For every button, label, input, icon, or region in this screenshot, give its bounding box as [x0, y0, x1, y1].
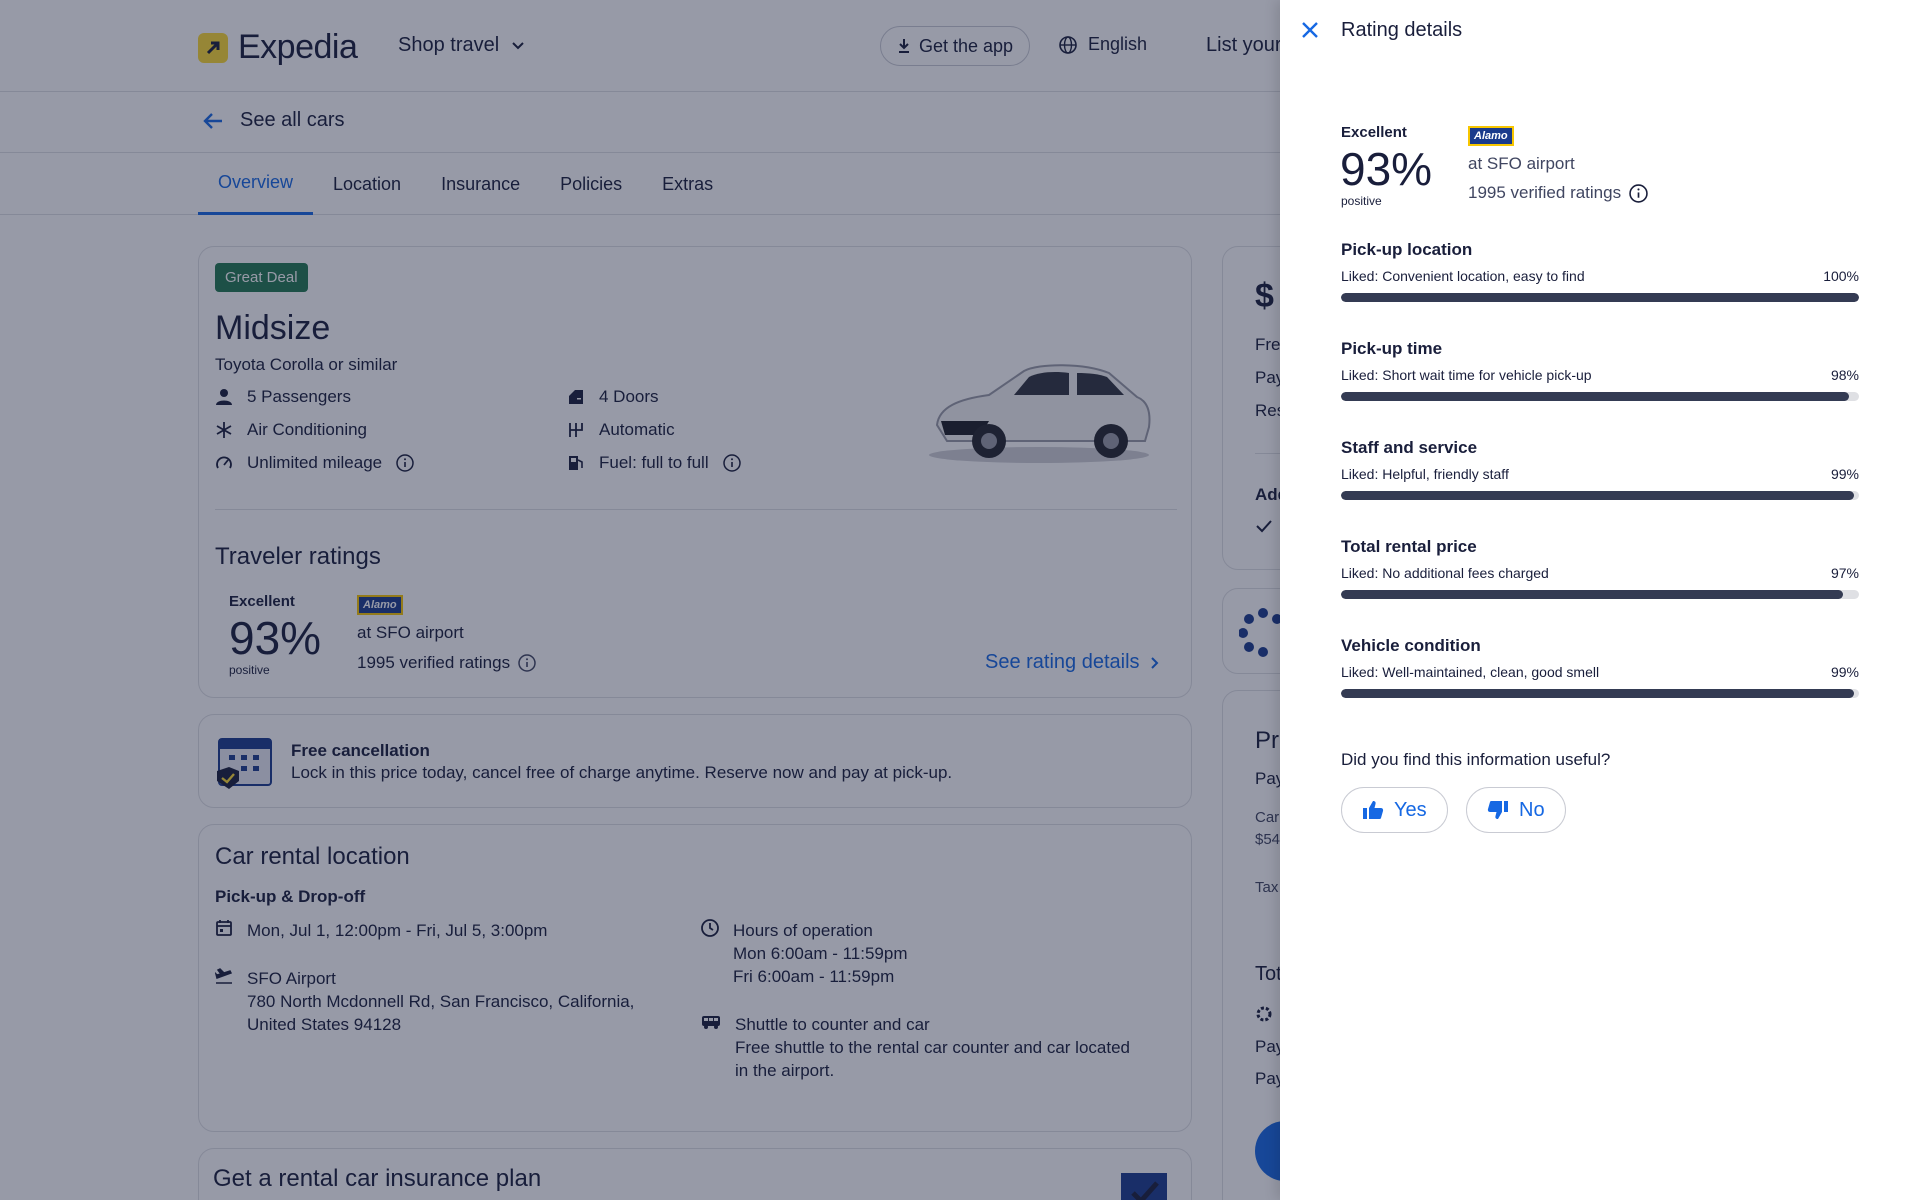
category-title: Total rental price	[1341, 537, 1477, 556]
category-percent: 99%	[1830, 466, 1859, 482]
category-progress-bar	[1341, 689, 1859, 698]
category-progress-bar	[1341, 590, 1859, 599]
category-title: Pick-up time	[1341, 339, 1443, 358]
category-liked: Liked: Convenient location, easy to find	[1341, 268, 1585, 284]
info-icon[interactable]	[1629, 183, 1648, 203]
category-percent: 98%	[1830, 367, 1859, 383]
category-title: Pick-up location	[1341, 240, 1473, 259]
sheet-rating-score: 93%	[1340, 143, 1433, 195]
rating-details-sheet: Rating details Excellent 93% positive Al…	[1280, 0, 1920, 1200]
rating-category-staff-service: Staff and service Liked: Helpful, friend…	[1341, 438, 1859, 500]
category-percent: 100%	[1823, 268, 1859, 284]
sheet-title: Rating details	[1341, 19, 1463, 41]
category-liked: Liked: Helpful, friendly staff	[1341, 466, 1509, 482]
category-title: Staff and service	[1341, 438, 1478, 457]
category-progress-fill	[1341, 491, 1854, 500]
category-liked: Liked: No additional fees charged	[1341, 565, 1549, 581]
sheet-verified-ratings: 1995 verified ratings	[1468, 183, 1648, 203]
category-progress-fill	[1341, 689, 1854, 698]
feedback-yes-label: Yes	[1394, 798, 1427, 821]
category-progress-bar	[1341, 293, 1859, 302]
thumbs-up-icon	[1363, 801, 1384, 819]
thumbs-down-icon	[1487, 801, 1508, 819]
feedback-question: Did you find this information useful?	[1341, 750, 1611, 769]
sheet-rating-label: Excellent	[1341, 124, 1407, 141]
category-percent: 97%	[1830, 565, 1859, 581]
rating-category-vehicle-condition: Vehicle condition Liked: Well-maintained…	[1341, 636, 1859, 698]
category-progress-bar	[1341, 491, 1859, 500]
sheet-vendor-name: Alamo	[1468, 126, 1514, 146]
sheet-vendor-logo: Alamo	[1468, 126, 1514, 146]
category-progress-bar	[1341, 392, 1859, 401]
category-liked: Liked: Well-maintained, clean, good smel…	[1341, 664, 1600, 680]
sheet-verified-label: 1995 verified ratings	[1468, 183, 1622, 202]
category-progress-fill	[1341, 590, 1844, 599]
category-progress-fill	[1341, 392, 1849, 401]
category-percent: 99%	[1830, 664, 1859, 680]
category-progress-fill	[1341, 293, 1859, 302]
sheet-rating-score-sub: positive	[1341, 194, 1382, 208]
rating-category-pickup-location: Pick-up location Liked: Convenient locat…	[1341, 240, 1859, 302]
feedback-no-button[interactable]: No	[1466, 787, 1566, 833]
modal-overlay[interactable]	[0, 0, 1280, 1200]
feedback-no-label: No	[1519, 798, 1545, 821]
rating-category-total-price: Total rental price Liked: No additional …	[1341, 537, 1859, 599]
rating-category-pickup-time: Pick-up time Liked: Short wait time for …	[1341, 339, 1859, 401]
category-title: Vehicle condition	[1341, 636, 1481, 655]
category-liked: Liked: Short wait time for vehicle pick-…	[1341, 367, 1592, 383]
feedback-yes-button[interactable]: Yes	[1341, 787, 1448, 833]
close-button[interactable]	[1294, 14, 1326, 46]
sheet-rating-location: at SFO airport	[1468, 154, 1575, 173]
close-icon	[1302, 22, 1318, 38]
